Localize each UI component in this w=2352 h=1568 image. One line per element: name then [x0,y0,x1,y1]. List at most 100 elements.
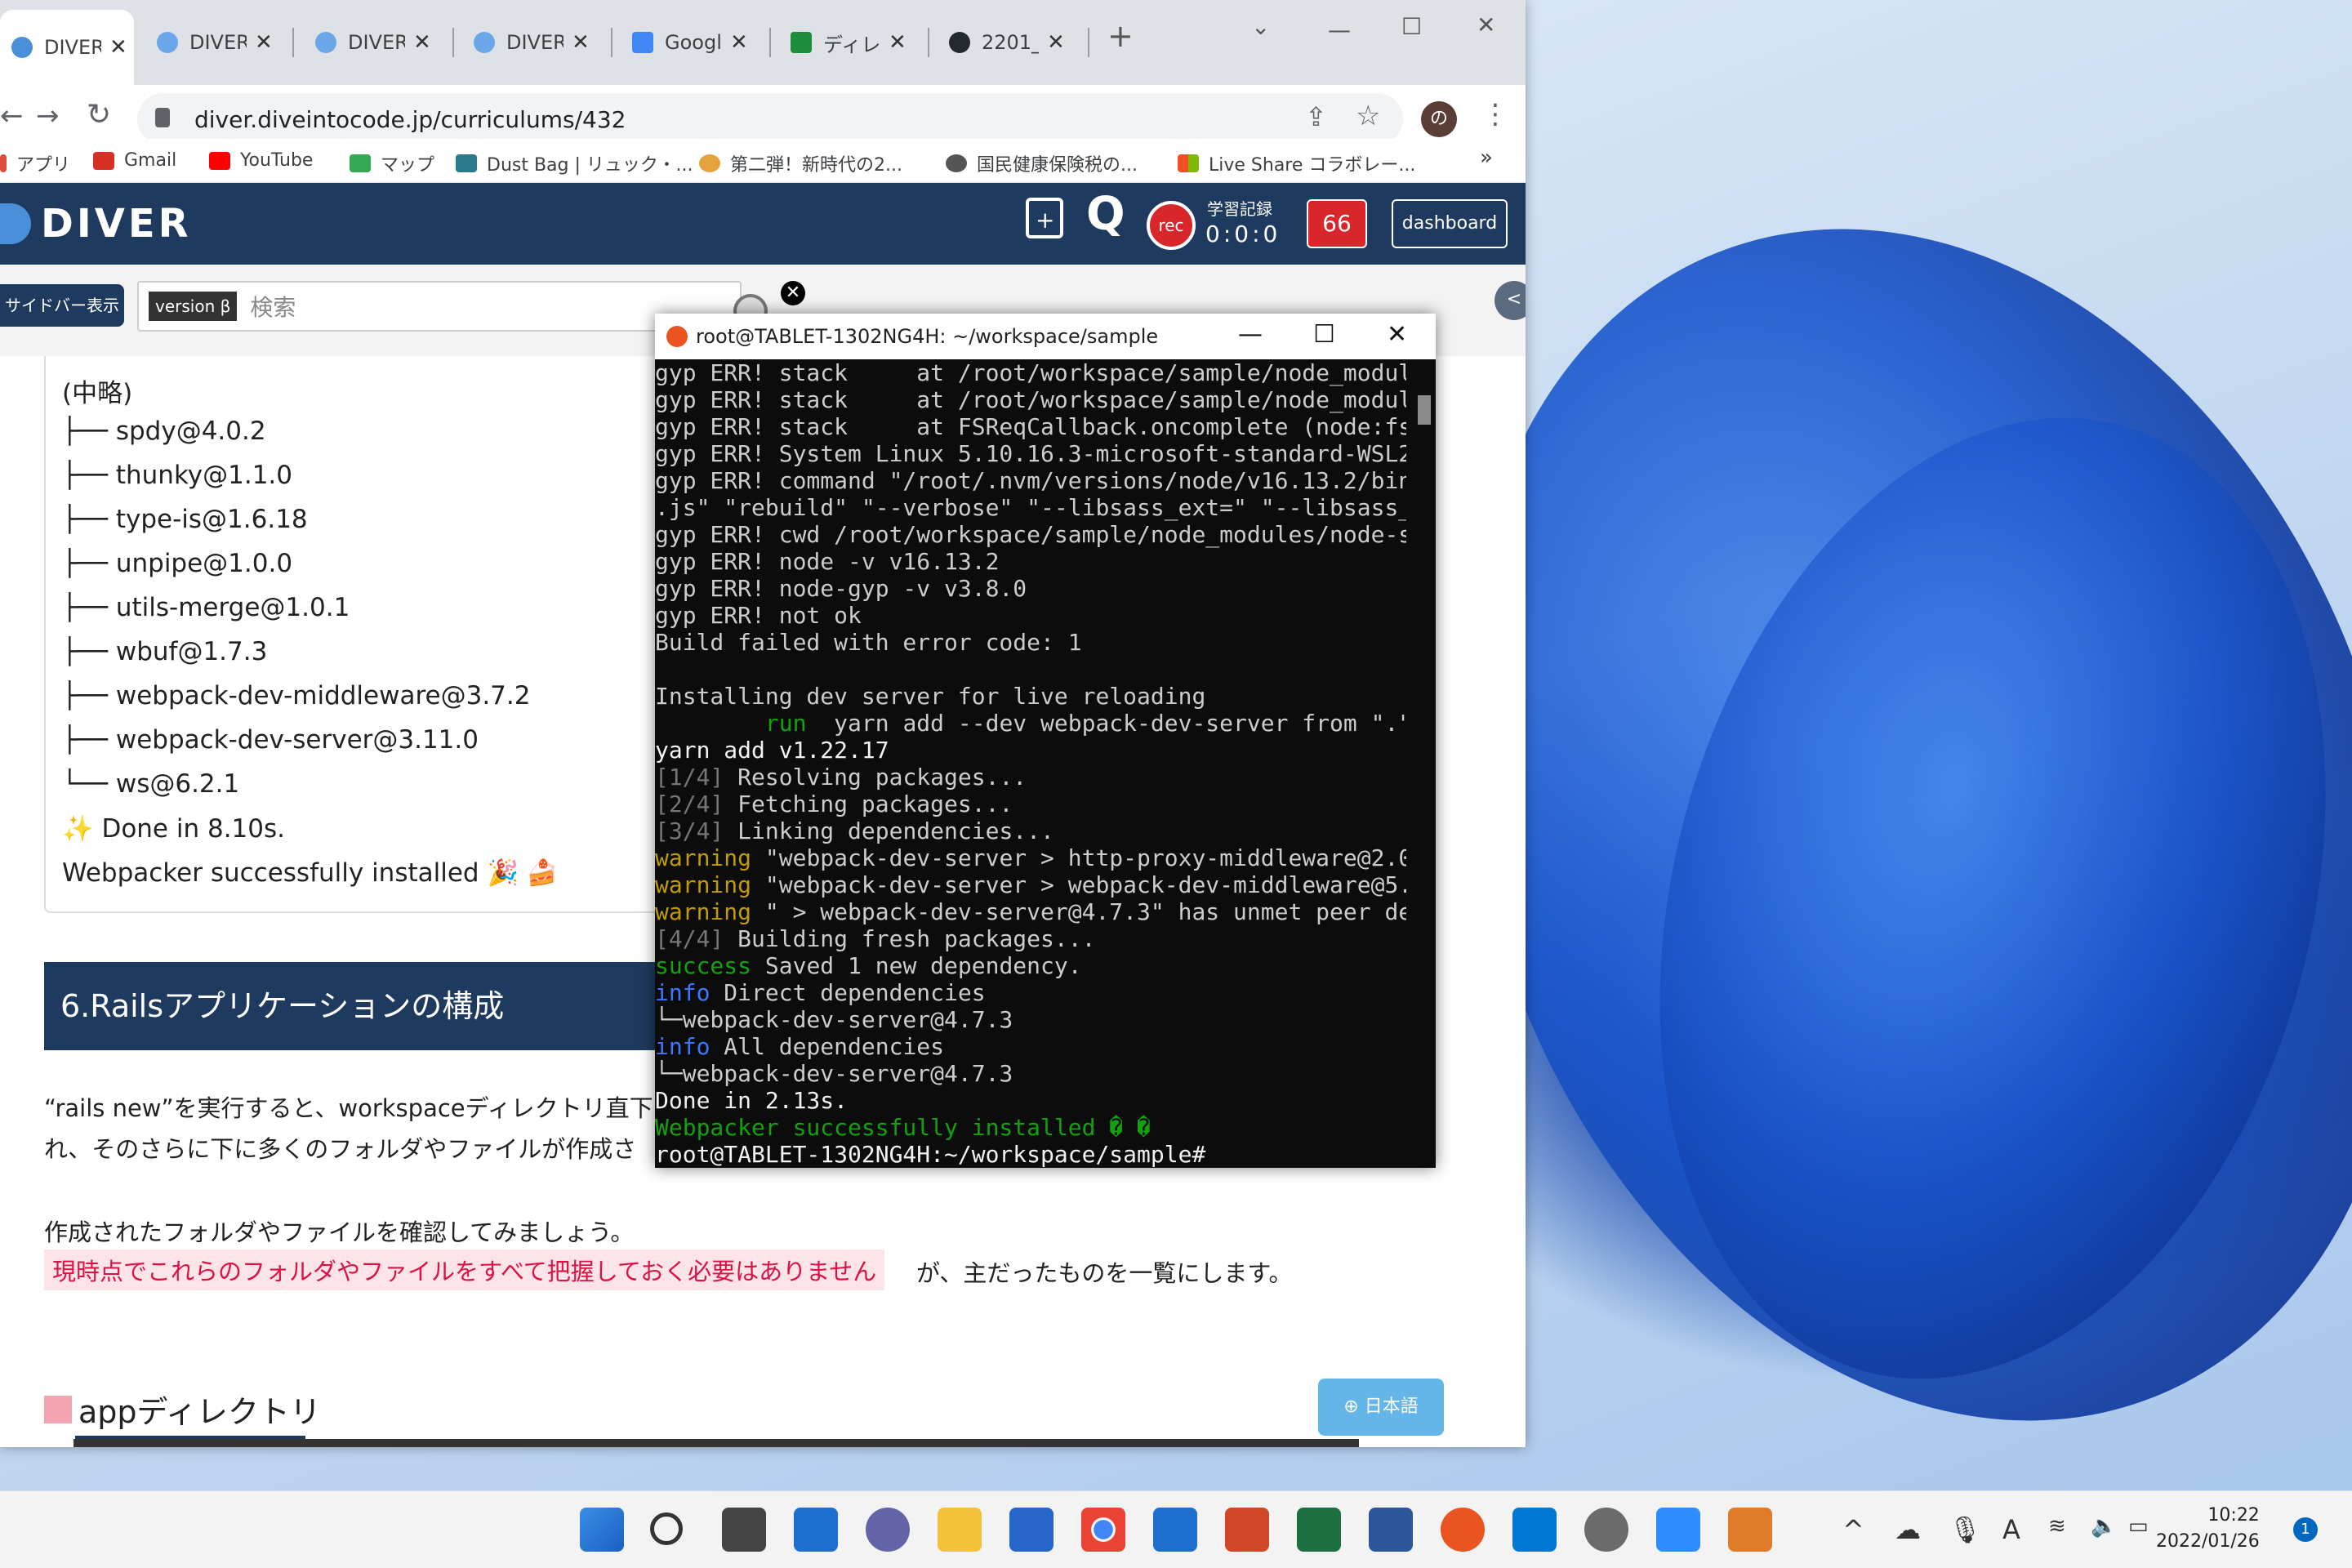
bookmark-kokumin[interactable]: 国民健康保険税の... [946,150,1138,176]
scrollbar-thumb[interactable] [1418,395,1431,425]
forward-icon[interactable]: → [36,100,60,132]
close-tab-icon[interactable]: ✕ [1047,30,1065,55]
bookmarks-bar: アプリ Gmail YouTube マップ Dust Bag | リュック・..… [0,139,1526,183]
chat-icon[interactable] [866,1508,910,1552]
paragraph-text: が、主だったものを一覧にします。 [916,1259,1293,1287]
address-bar[interactable]: diver.diveintocode.jp/curriculums/432 ⇪ … [137,93,1403,145]
powerpoint-icon[interactable] [1225,1508,1269,1552]
back-icon[interactable]: ← [0,100,24,132]
terminal-line: gyp ERR! stack at /root/workspace/sample… [655,359,1406,386]
tab-diver-1[interactable]: DIVER ✕ [0,10,134,85]
close-tab-icon[interactable]: ✕ [889,30,906,55]
calendar-add-icon[interactable]: + [1026,198,1063,238]
ime-indicator[interactable]: A [2002,1514,2020,1545]
search-icon[interactable] [650,1512,683,1545]
tab-github[interactable]: 2201_ ✕ [938,11,1088,74]
code-line: Webpacker successfully installed 🎉 🍰 [62,858,559,888]
minimize-button[interactable]: — [1328,16,1351,43]
terminal-line: success Saved 1 new dependency. [655,952,1082,979]
close-tab-icon[interactable]: ✕ [255,30,273,55]
bookmark-live-share[interactable]: Live Share コラボレー... [1178,150,1415,176]
tab-diver-4[interactable]: DIVER ✕ [462,11,612,74]
close-window-button[interactable]: ✕ [1387,320,1407,349]
edge-app-icon[interactable] [1153,1508,1197,1552]
code-line: (中略) [62,379,133,408]
zoom-icon[interactable] [1656,1508,1700,1552]
bookmarks-overflow-button[interactable]: » [1480,145,1493,170]
notification-badge[interactable]: 1 [2293,1517,2318,1542]
close-tab-icon[interactable]: ✕ [730,30,748,55]
study-record-label: 学習記録 [1207,199,1272,219]
task-view-icon[interactable] [722,1508,766,1552]
reload-icon[interactable]: ↻ [87,98,111,131]
close-tab-icon[interactable]: ✕ [572,30,590,55]
terminal-line: yarn add v1.22.17 [655,737,889,764]
terminal-line: Build failed with error code: 1 [655,629,1082,656]
minimize-button[interactable]: — [1238,320,1263,349]
maximize-button[interactable]: ☐ [1401,13,1422,40]
excel-icon[interactable] [1297,1508,1341,1552]
volume-icon[interactable]: 🔈 [2091,1514,2117,1539]
settings-gear-icon[interactable] [1584,1508,1628,1552]
battery-icon[interactable]: ▭ [2128,1514,2149,1539]
show-sidebar-button[interactable]: サイドバー表示 [0,284,124,327]
vscode-icon[interactable] [1512,1508,1557,1552]
chrome-icon[interactable] [1081,1508,1125,1552]
tab-google[interactable]: Googl ✕ [621,11,771,74]
new-tab-button[interactable]: + [1107,18,1134,54]
tab-diver-3[interactable]: DIVER ✕ [304,11,454,74]
terminal-line: gyp ERR! not ok [655,602,862,629]
terminal-line: run yarn add --dev webpack-dev-server fr… [764,710,1406,737]
terminal-line: .js" "rebuild" "--verbose" "--libsass_ex… [655,494,1406,521]
file-explorer-icon[interactable] [938,1508,982,1552]
code-line: ├── utils-merge@1.0.1 [62,593,350,622]
tab-directory[interactable]: ディレク ✕ [779,11,929,74]
widgets-icon[interactable] [794,1508,838,1552]
terminal-scrollbar[interactable] [1413,359,1436,1168]
maximize-button[interactable]: ☐ [1313,320,1335,349]
close-window-button[interactable]: ✕ [1477,11,1495,38]
taskbar: ^ ☁ 🎙 A ≋ 🔈 ▭ 10:22 2022/01/26 1 [0,1490,2352,1568]
bookmark-gmail[interactable]: Gmail [93,150,176,171]
search-input[interactable]: version β 検索 [137,281,742,332]
count-badge[interactable]: 66 [1307,199,1367,248]
word-icon[interactable] [1369,1508,1413,1552]
collapse-arrow-icon[interactable]: < [1494,281,1526,320]
close-tab-icon[interactable]: ✕ [109,35,127,60]
onedrive-cloud-icon[interactable]: ☁ [1895,1514,1921,1545]
microphone-icon[interactable]: 🎙 [1949,1514,1982,1545]
bookmark-shin-jidai[interactable]: 第二弾！新時代の2... [699,150,902,176]
windows-start-icon[interactable] [580,1508,624,1552]
app-icon[interactable] [1728,1508,1772,1552]
language-button[interactable]: ⊕ 日本語 [1318,1379,1444,1436]
bookmark-youtube[interactable]: YouTube [209,150,313,171]
tab-search-chevron-icon[interactable]: ⌄ [1251,13,1270,40]
close-tab-icon[interactable]: ✕ [413,30,431,55]
ubuntu-icon [666,326,688,347]
profile-avatar[interactable]: の [1421,101,1457,137]
clear-search-icon[interactable]: ✕ [781,281,805,305]
code-line: ├── thunky@1.1.0 [62,461,293,490]
tab-diver-2[interactable]: DIVER ✕ [145,11,296,74]
tray-overflow-chevron-icon[interactable]: ^ [1842,1514,1864,1545]
share-icon[interactable]: ⇪ [1305,101,1327,132]
bookmark-dust-bag[interactable]: Dust Bag | リュック・... [456,150,693,176]
clock-date: 2022/01/26 [2156,1531,2260,1552]
code-line: ├── wbuf@1.7.3 [62,637,268,666]
menu-kebab-icon[interactable]: ⋮ [1481,98,1509,131]
rec-button[interactable]: rec [1147,201,1196,250]
code-line: ├── spdy@4.0.2 [62,416,266,446]
wifi-icon[interactable]: ≋ [2048,1514,2066,1539]
bookmark-apps[interactable]: アプリ [0,150,70,176]
dashboard-button[interactable]: dashboard [1392,199,1508,248]
code-line: ├── type-is@1.6.18 [62,505,308,534]
bookmark-maps[interactable]: マップ [350,150,434,176]
terminal-output[interactable]: gyp ERR! stack at /root/workspace/sample… [655,359,1406,1168]
q-icon[interactable]: Q [1086,188,1125,241]
diver-logo[interactable]: DIVER [0,201,192,247]
clock[interactable]: 10:22 2022/01/26 [2156,1503,2260,1555]
microsoft-store-icon[interactable] [1009,1508,1054,1552]
ubuntu-icon[interactable] [1441,1508,1485,1552]
bookmark-star-icon[interactable]: ☆ [1356,100,1380,132]
code-line: ├── webpack-dev-server@3.11.0 [62,725,479,755]
